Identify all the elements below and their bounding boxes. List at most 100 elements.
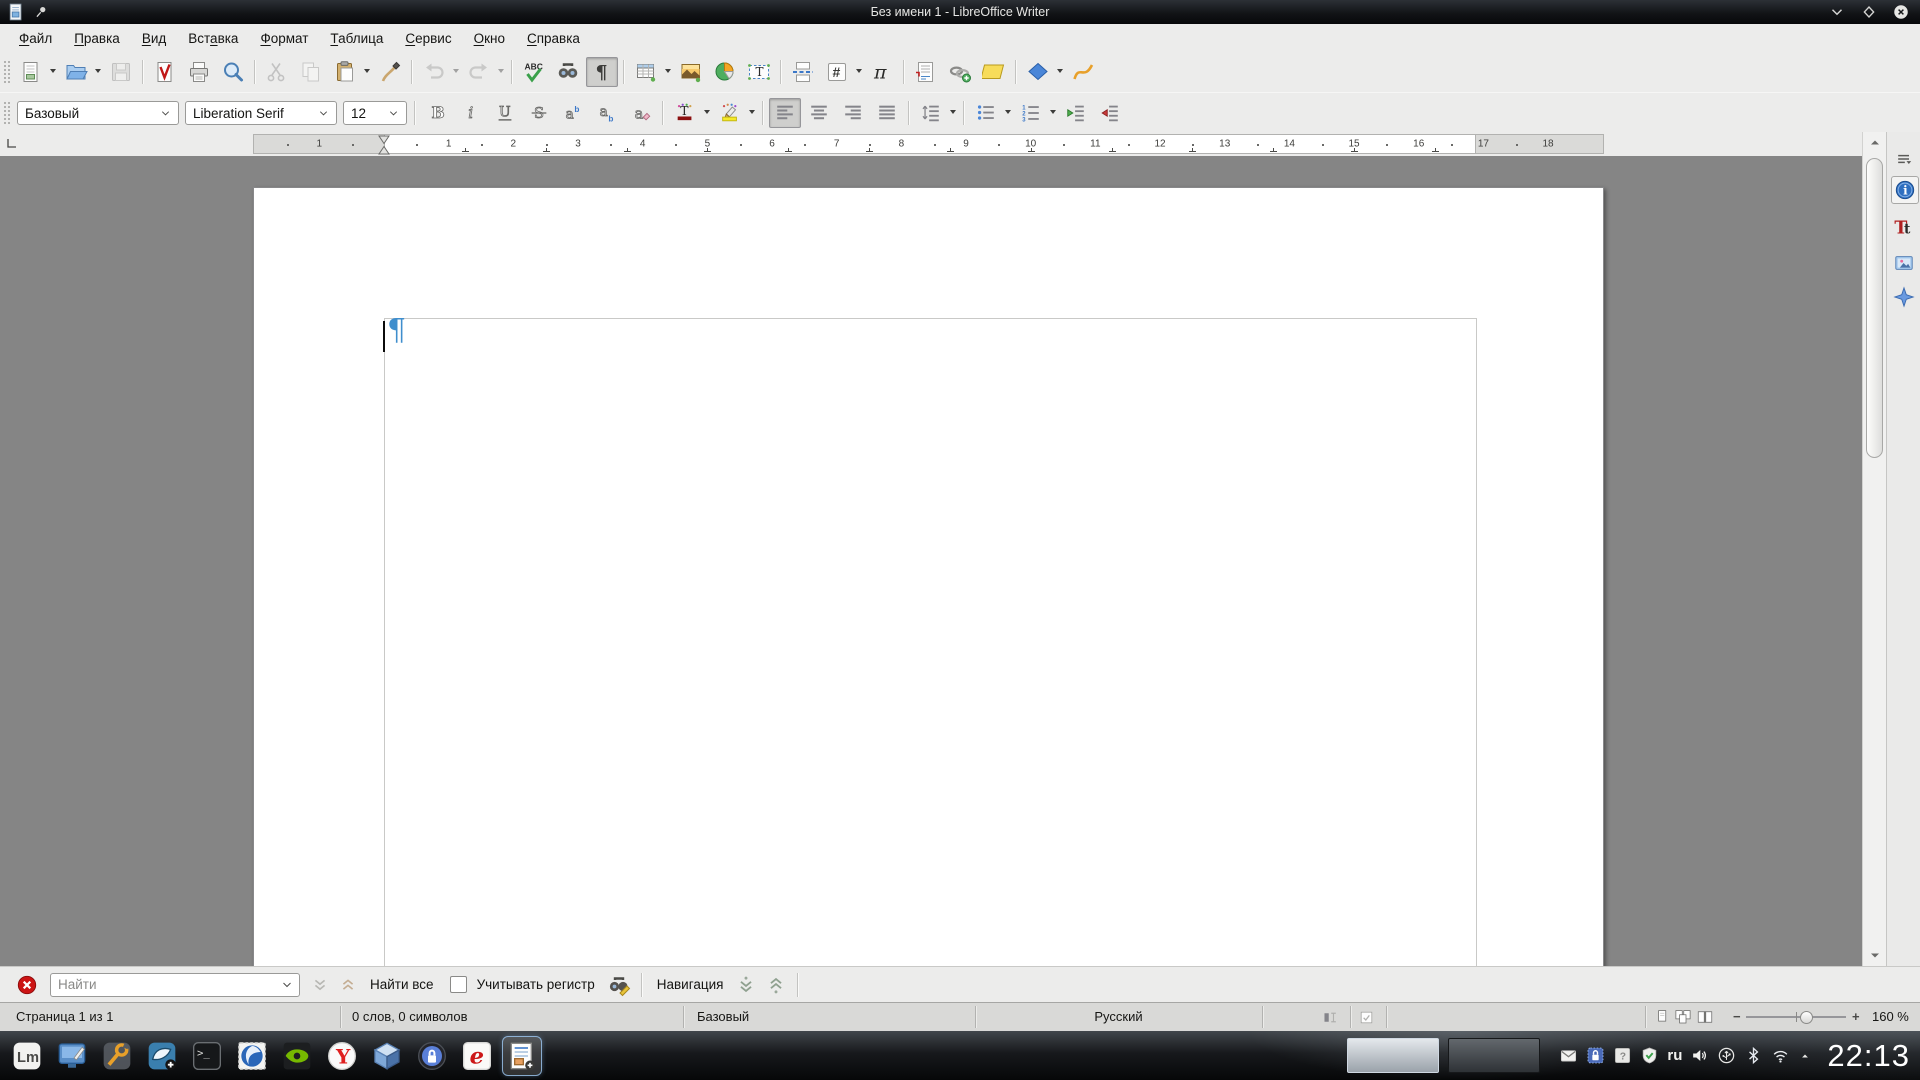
- insert-formula-button[interactable]: π: [866, 57, 898, 87]
- subscript-button[interactable]: ab: [591, 98, 623, 128]
- font-name-combo-dropdown[interactable]: [318, 108, 329, 119]
- open-button[interactable]: [60, 57, 103, 87]
- dropdown-arrow-icon[interactable]: [704, 110, 710, 114]
- new-document-button[interactable]: [15, 57, 58, 87]
- basic-shapes-button[interactable]: [1022, 57, 1065, 87]
- find-all-button[interactable]: Найти все: [370, 977, 434, 992]
- taskbar-e-app-button[interactable]: e: [458, 1037, 496, 1075]
- clone-formatting-button[interactable]: [374, 57, 406, 87]
- tray-volume-button[interactable]: [1690, 1046, 1709, 1065]
- decrease-indent-button[interactable]: [1094, 98, 1126, 128]
- bold-button[interactable]: B: [421, 98, 453, 128]
- maximize-button[interactable]: [1858, 1, 1880, 23]
- menu-item-таблица[interactable]: Таблица: [319, 27, 394, 50]
- combo-dropdown-icon[interactable]: [279, 979, 299, 991]
- indent-marker[interactable]: [378, 135, 390, 158]
- taskbar-wireshark-button[interactable]: [143, 1037, 181, 1075]
- draw-functions-button[interactable]: [1067, 57, 1099, 87]
- bullets-button[interactable]: [970, 98, 1013, 128]
- dropdown-arrow-icon[interactable]: [1057, 69, 1063, 73]
- paragraph-style-combo-dropdown[interactable]: [160, 108, 171, 119]
- dropdown-arrow-icon[interactable]: [364, 69, 370, 73]
- scroll-up-button[interactable]: [1864, 133, 1886, 153]
- dropdown-arrow-icon[interactable]: [1005, 110, 1011, 114]
- print-preview-button[interactable]: [217, 57, 249, 87]
- toolbar-grip[interactable]: [2, 100, 11, 126]
- zoom-out-button[interactable]: −: [1733, 1003, 1741, 1031]
- menu-item-формат[interactable]: Формат: [249, 27, 319, 50]
- taskbar-system-tools-button[interactable]: [98, 1037, 136, 1075]
- numbering-button[interactable]: 123: [1015, 98, 1058, 128]
- dropdown-arrow-icon[interactable]: [1050, 110, 1056, 114]
- tray-help-button[interactable]: ?: [1613, 1046, 1632, 1065]
- sidebar-properties-button[interactable]: i: [1891, 176, 1919, 204]
- sidebar-gallery-button[interactable]: [1891, 250, 1917, 276]
- dropdown-arrow-icon[interactable]: [950, 110, 956, 114]
- minimize-button[interactable]: [1826, 1, 1848, 23]
- font-color-button[interactable]: T: [669, 98, 712, 128]
- tray-mail-button[interactable]: [1559, 1046, 1578, 1065]
- workspace-1-switcher[interactable]: [1347, 1038, 1439, 1073]
- document-page[interactable]: ¶: [253, 187, 1604, 966]
- taskbar-mint-menu-button[interactable]: Lm: [8, 1037, 46, 1075]
- line-spacing-button[interactable]: [915, 98, 958, 128]
- paragraph-style-combo[interactable]: Базовый: [17, 101, 179, 125]
- underline-button[interactable]: U: [489, 98, 521, 128]
- highlight-color-button[interactable]: [714, 98, 757, 128]
- taskbar-thunderbird-button[interactable]: [233, 1037, 271, 1075]
- zoom-slider-thumb[interactable]: [1800, 1011, 1813, 1024]
- dropdown-arrow-icon[interactable]: [453, 69, 459, 73]
- page-number-status[interactable]: Страница 1 из 1: [16, 1003, 113, 1031]
- align-left-button[interactable]: [769, 98, 801, 128]
- navigate-down-button[interactable]: [735, 974, 757, 996]
- align-right-button[interactable]: [837, 98, 869, 128]
- workspace-2-switcher[interactable]: [1448, 1038, 1540, 1073]
- menu-item-справка[interactable]: Справка: [516, 27, 591, 50]
- align-center-button[interactable]: [803, 98, 835, 128]
- tray-bluetooth-button[interactable]: [1744, 1046, 1763, 1065]
- taskbar-yandex-browser-button[interactable]: Y: [323, 1037, 361, 1075]
- tray-keyboard-layout-button[interactable]: ru: [1667, 1047, 1682, 1064]
- menu-item-вставка[interactable]: Вставка: [177, 27, 249, 50]
- insert-comment-button[interactable]: [978, 57, 1010, 87]
- menu-item-файл[interactable]: Файл: [8, 27, 63, 50]
- writer-window-icon[interactable]: [6, 2, 26, 27]
- print-button[interactable]: [183, 57, 215, 87]
- clear-formatting-button[interactable]: a: [625, 98, 657, 128]
- taskbar-nvidia-settings-button[interactable]: [278, 1037, 316, 1075]
- insert-field-button[interactable]: #: [821, 57, 864, 87]
- taskbar-clock[interactable]: 22:13: [1821, 1038, 1910, 1074]
- menu-item-правка[interactable]: Правка: [63, 27, 131, 50]
- match-case-checkbox[interactable]: [450, 976, 467, 993]
- insert-chart-button[interactable]: [709, 57, 741, 87]
- tray-tray-expand-button[interactable]: [1798, 1049, 1812, 1063]
- find-and-replace-icon[interactable]: [607, 973, 631, 997]
- page-style-status[interactable]: Базовый: [697, 1003, 749, 1031]
- dropdown-arrow-icon[interactable]: [50, 69, 56, 73]
- taskbar-terminal-button[interactable]: >_: [188, 1037, 226, 1075]
- increase-indent-button[interactable]: [1060, 98, 1092, 128]
- taskbar-virtualbox-button[interactable]: [368, 1037, 406, 1075]
- paste-button[interactable]: [329, 57, 372, 87]
- zoom-percentage[interactable]: 160 %: [1872, 1003, 1909, 1031]
- spelling-button[interactable]: ABC: [518, 57, 550, 87]
- formatting-marks-button[interactable]: ¶: [586, 57, 618, 87]
- italic-button[interactable]: i: [455, 98, 487, 128]
- find-replace-button[interactable]: [552, 57, 584, 87]
- taskbar-keepass-button[interactable]: [413, 1037, 451, 1075]
- justify-button[interactable]: [871, 98, 903, 128]
- language-status[interactable]: Русский: [975, 1003, 1262, 1031]
- navigate-up-button[interactable]: [765, 974, 787, 996]
- dropdown-arrow-icon[interactable]: [856, 69, 862, 73]
- close-button[interactable]: [1890, 1, 1912, 23]
- font-size-combo-dropdown[interactable]: [388, 108, 399, 119]
- horizontal-ruler[interactable]: 1123456789101112131415161718: [253, 134, 1604, 154]
- close-find-bar-button[interactable]: [16, 974, 38, 996]
- vertical-scrollbar[interactable]: [1862, 132, 1886, 966]
- search-combobox[interactable]: [50, 973, 300, 997]
- dropdown-arrow-icon[interactable]: [498, 69, 504, 73]
- tab-stop-type-selector[interactable]: [4, 135, 22, 153]
- navigation-button[interactable]: Навигация: [657, 977, 724, 992]
- menu-item-сервис[interactable]: Сервис: [394, 27, 462, 50]
- insert-image-button[interactable]: [675, 57, 707, 87]
